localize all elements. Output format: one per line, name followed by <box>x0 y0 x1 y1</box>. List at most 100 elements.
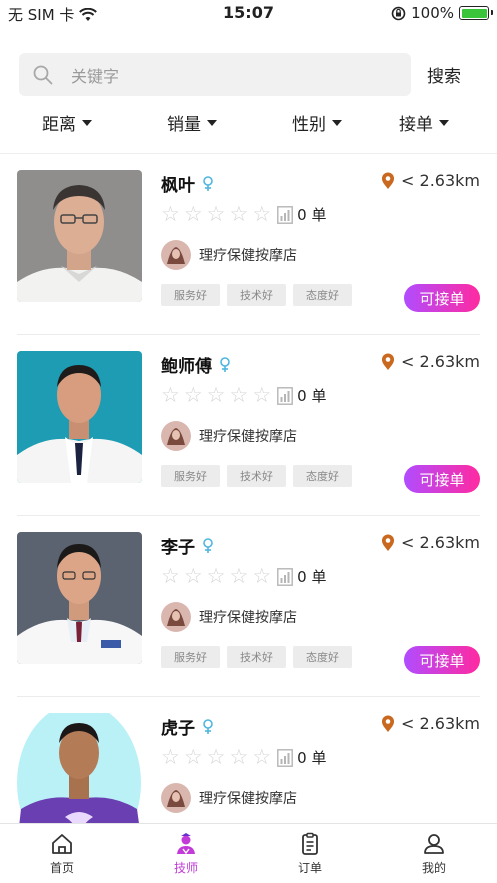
tab-technician[interactable]: 技师 <box>146 832 226 876</box>
star-icon: ☆ <box>183 202 203 226</box>
technician-card[interactable]: 鲍师傅 < 2.63km ☆ ☆ ☆ ☆ ☆ 0 单 理疗保健按摩店 服务好 技… <box>0 335 497 516</box>
filter-label: 性别 <box>292 115 326 135</box>
shop-info: 理疗保健按摩店 <box>161 421 297 451</box>
female-icon <box>203 537 213 553</box>
tag: 服务好 <box>161 465 220 487</box>
order-count: 0 单 <box>297 206 327 224</box>
caret-down-icon <box>82 119 92 126</box>
distance: < 2.63km <box>381 352 480 371</box>
shop-logo <box>161 602 191 632</box>
tag: 服务好 <box>161 646 220 668</box>
star-icon: ☆ <box>229 564 249 588</box>
tag: 技术好 <box>227 284 286 306</box>
technician-photo <box>17 170 142 302</box>
star-icon: ☆ <box>252 383 272 407</box>
star-icon: ☆ <box>229 202 249 226</box>
order-count: 0 单 <box>297 387 327 405</box>
tab-label: 技师 <box>173 861 198 875</box>
search-button[interactable]: 搜索 <box>427 62 461 87</box>
star-icon: ☆ <box>183 564 203 588</box>
filter-sales[interactable]: 销量 <box>167 110 217 135</box>
caret-down-icon <box>332 119 342 126</box>
star-icon: ☆ <box>252 202 272 226</box>
star-icon: ☆ <box>229 745 249 769</box>
tab-home[interactable]: 首页 <box>22 832 102 876</box>
tag: 态度好 <box>293 465 352 487</box>
star-icon: ☆ <box>161 202 180 226</box>
filter-label: 销量 <box>167 115 201 135</box>
sales-chart-icon <box>277 567 294 586</box>
filter-gender[interactable]: 性别 <box>292 110 342 135</box>
location-pin-icon <box>382 715 395 732</box>
tab-label: 订单 <box>297 861 322 875</box>
accept-order-button[interactable]: 可接单 <box>404 284 480 312</box>
tag-list: 服务好 技术好 态度好 <box>161 646 352 668</box>
distance-value: < 2.63km <box>401 171 480 190</box>
filter-label: 距离 <box>42 115 76 135</box>
search-input[interactable]: 关键字 <box>19 53 411 96</box>
star-icon: ☆ <box>252 745 272 769</box>
order-count: 0 单 <box>297 749 327 767</box>
female-icon <box>203 718 213 734</box>
tab-label: 我的 <box>421 861 446 875</box>
shop-info: 理疗保健按摩店 <box>161 783 297 813</box>
search-icon <box>33 65 53 84</box>
technician-name: 枫叶 <box>161 176 195 196</box>
star-icon: ☆ <box>252 564 272 588</box>
female-icon <box>203 175 213 191</box>
tab-profile[interactable]: 我的 <box>394 832 474 876</box>
distance: < 2.63km <box>381 171 480 190</box>
technician-card[interactable]: 枫叶 < 2.63km ☆ ☆ ☆ ☆ ☆ 0 单 理疗保健按摩店 服务好 技术… <box>0 154 497 335</box>
star-icon: ☆ <box>206 564 226 588</box>
distance: < 2.63km <box>381 533 480 552</box>
order-icon <box>302 832 318 855</box>
distance-value: < 2.63km <box>401 352 480 371</box>
search-bar: 关键字 搜索 <box>19 53 479 96</box>
rating: ☆ ☆ ☆ ☆ ☆ 0 单 <box>161 566 326 587</box>
technician-icon <box>177 833 195 855</box>
battery-percent: 100% <box>411 4 454 22</box>
sales-chart-icon <box>277 386 294 405</box>
shop-info: 理疗保健按摩店 <box>161 240 297 270</box>
star-icon: ☆ <box>229 383 249 407</box>
shop-name: 理疗保健按摩店 <box>199 791 297 807</box>
battery-icon <box>459 6 493 20</box>
tag-list: 服务好 技术好 态度好 <box>161 465 352 487</box>
tag: 态度好 <box>293 284 352 306</box>
filter-label: 接单 <box>399 115 433 135</box>
accept-order-button[interactable]: 可接单 <box>404 465 480 493</box>
female-icon <box>220 356 230 372</box>
order-count: 0 单 <box>297 568 327 586</box>
shop-logo <box>161 421 191 451</box>
star-icon: ☆ <box>161 564 180 588</box>
shop-name: 理疗保健按摩店 <box>199 610 297 626</box>
search-placeholder: 关键字 <box>71 66 120 86</box>
tab-orders[interactable]: 订单 <box>270 832 350 876</box>
distance-value: < 2.63km <box>401 533 480 552</box>
technician-name: 鲍师傅 <box>161 357 212 377</box>
orientation-lock-icon <box>391 6 406 20</box>
rating: ☆ ☆ ☆ ☆ ☆ 0 单 <box>161 385 326 406</box>
shop-logo <box>161 783 191 813</box>
shop-name: 理疗保健按摩店 <box>199 248 297 264</box>
caret-down-icon <box>207 119 217 126</box>
sales-chart-icon <box>277 205 294 224</box>
tab-label: 首页 <box>49 861 74 875</box>
filter-availability[interactable]: 接单 <box>399 110 449 135</box>
rating: ☆ ☆ ☆ ☆ ☆ 0 单 <box>161 204 326 225</box>
star-icon: ☆ <box>206 745 226 769</box>
caret-down-icon <box>439 119 449 126</box>
technician-name: 李子 <box>161 538 195 558</box>
location-pin-icon <box>382 172 395 189</box>
tag: 服务好 <box>161 284 220 306</box>
filter-bar: 距离 销量 性别 接单 <box>0 110 497 140</box>
technician-card[interactable]: 李子 < 2.63km ☆ ☆ ☆ ☆ ☆ 0 单 理疗保健按摩店 服务好 技术… <box>0 516 497 697</box>
shop-info: 理疗保健按摩店 <box>161 602 297 632</box>
distance-value: < 2.63km <box>401 714 480 733</box>
technician-name: 虎子 <box>161 719 195 739</box>
star-icon: ☆ <box>206 202 226 226</box>
filter-distance[interactable]: 距离 <box>42 110 92 135</box>
tag-list: 服务好 技术好 态度好 <box>161 284 352 306</box>
accept-order-button[interactable]: 可接单 <box>404 646 480 674</box>
profile-icon <box>424 834 444 854</box>
